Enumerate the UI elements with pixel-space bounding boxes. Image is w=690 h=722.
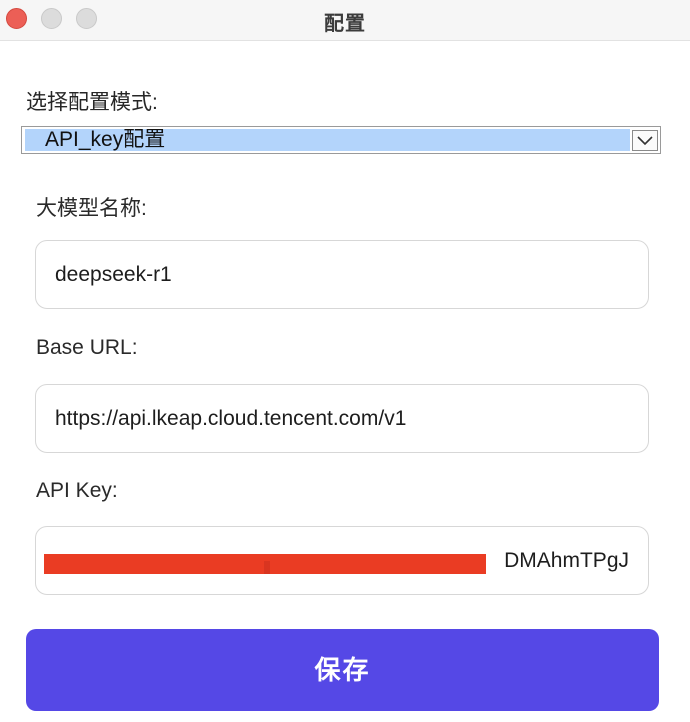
mode-select-toggle[interactable] (632, 130, 658, 151)
mode-label: 选择配置模式: (26, 91, 158, 114)
api-key-visible-text: DMAhmTPgJ (504, 549, 629, 572)
mode-select-value: API_key配置 (25, 129, 630, 151)
chevron-down-icon (637, 136, 653, 146)
api-key-label: API Key: (36, 479, 118, 502)
config-window: 配置 选择配置模式: API_key配置 大模型名称: deepseek-r1 … (0, 0, 690, 722)
api-key-input[interactable]: DMAhmTPgJ (35, 526, 649, 595)
mode-select[interactable]: API_key配置 (21, 126, 661, 154)
base-url-label: Base URL: (36, 336, 138, 359)
model-name-label: 大模型名称: (36, 197, 147, 220)
redaction-mark (264, 561, 270, 574)
title-bar[interactable]: 配置 (0, 0, 690, 41)
model-name-input[interactable]: deepseek-r1 (35, 240, 649, 309)
window-title: 配置 (324, 13, 366, 35)
save-button[interactable]: 保存 (26, 629, 659, 711)
base-url-input[interactable]: https://api.lkeap.cloud.tencent.com/v1 (35, 384, 649, 453)
